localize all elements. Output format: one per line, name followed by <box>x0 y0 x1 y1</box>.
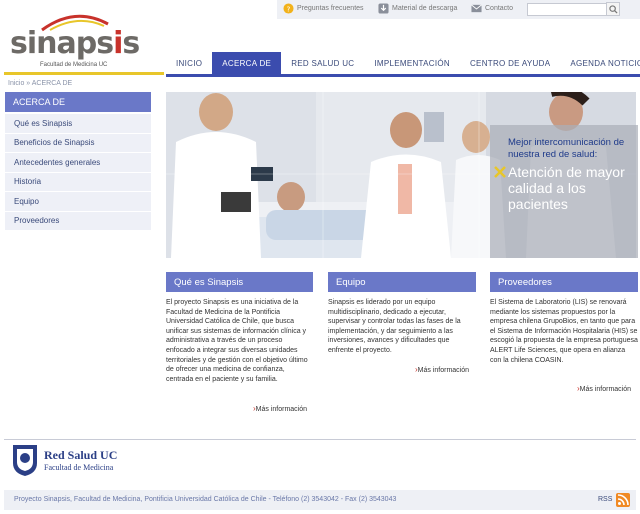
university-crest-icon <box>13 445 37 476</box>
breadcrumb-separator: » <box>26 80 31 87</box>
nav-acerca-de[interactable]: ACERCA DE <box>212 52 282 74</box>
search-input[interactable] <box>527 3 607 16</box>
footer-divider <box>4 439 636 440</box>
logo-subtitle: Facultad de Medicina UC <box>40 62 108 68</box>
svg-text:?: ? <box>287 4 291 13</box>
sidebar-item-que-es[interactable]: Qué es Sinapsis <box>5 114 151 134</box>
main-nav: INICIO ACERCA DE RED SALUD UC IMPLEMENTA… <box>166 52 640 74</box>
download-icon <box>378 3 389 14</box>
column-que-es-title: Qué es Sinapsis <box>166 272 313 292</box>
sidebar-title: ACERCA DE <box>5 92 151 112</box>
caption-bullet-icon <box>494 166 506 178</box>
footer-address: Proyecto Sinapsis, Facultad de Medicina,… <box>14 496 397 503</box>
nav-implementacion[interactable]: IMPLEMENTACIÓN <box>364 52 460 74</box>
hero-caption-headline: Atención de mayor calidad a los paciente… <box>508 164 625 212</box>
breadcrumb-current: ACERCA DE <box>31 80 73 87</box>
column-proveedores-more-link[interactable]: ›Más información <box>577 384 631 393</box>
more-label: Más información <box>579 386 632 393</box>
nav-inicio[interactable]: INICIO <box>166 52 212 74</box>
column-equipo-more-link[interactable]: ›Más información <box>415 365 469 374</box>
footer-logo-title: Red Salud UC <box>44 448 118 462</box>
footer-logo[interactable]: Red Salud UC Facultad de Medicina <box>10 443 117 477</box>
sidebar-item-beneficios[interactable]: Beneficios de Sinapsis <box>5 133 151 153</box>
contact-label: Contacto <box>485 5 514 12</box>
rss-feed-icon <box>617 494 629 506</box>
sidebar-menu: Qué es Sinapsis Beneficios de Sinapsis A… <box>5 114 151 231</box>
breadcrumb: Inicio » ACERCA DE <box>8 80 72 87</box>
nav-agenda-noticiosa[interactable]: AGENDA NOTICIOSA <box>560 52 640 74</box>
downloads-label: Material de descarga <box>392 5 458 12</box>
sidebar-item-antecedentes[interactable]: Antecedentes generales <box>5 153 151 173</box>
column-que-es-more-link[interactable]: ›Más información <box>253 404 307 413</box>
rss-icon[interactable] <box>616 493 630 507</box>
column-equipo-title: Equipo <box>328 272 476 292</box>
logo-wordmark: sinapsis <box>10 26 140 61</box>
contact-link[interactable]: Contacto <box>471 3 513 14</box>
mail-icon <box>471 4 482 13</box>
faq-link[interactable]: ? Preguntas frecuentes <box>283 3 364 14</box>
faq-label: Preguntas frecuentes <box>297 5 364 12</box>
column-equipo-text: Sinapsis es liderado por un equipo multi… <box>328 299 461 354</box>
column-proveedores-title: Proveedores <box>490 272 638 292</box>
site-logo[interactable]: sinapsis Facultad de Medicina UC <box>10 12 140 68</box>
downloads-link[interactable]: Material de descarga <box>378 3 457 14</box>
breadcrumb-home[interactable]: Inicio <box>8 80 24 87</box>
more-label: Más información <box>255 406 308 413</box>
rss-link[interactable]: RSS <box>598 496 612 503</box>
column-que-es-text: El proyecto Sinapsis es una iniciativa d… <box>166 299 308 383</box>
more-label: Más información <box>417 367 470 374</box>
search-button[interactable] <box>606 2 620 16</box>
column-proveedores-text: El Sistema de Laboratorio (LIS) se renov… <box>490 299 638 364</box>
sidebar-item-historia[interactable]: Historia <box>5 172 151 192</box>
hero-caption-lead: Mejor intercomunicación de nuestra red d… <box>508 137 625 160</box>
nav-centro-de-ayuda[interactable]: CENTRO DE AYUDA <box>460 52 560 74</box>
sidebar-item-equipo[interactable]: Equipo <box>5 192 151 212</box>
nav-underline <box>166 74 640 77</box>
nav-red-salud-uc[interactable]: RED SALUD UC <box>281 52 364 74</box>
help-icon: ? <box>283 3 294 14</box>
logo-divider <box>4 72 164 75</box>
footer-logo-subtitle: Facultad de Medicina <box>44 463 114 472</box>
search-icon <box>608 4 618 14</box>
sidebar-item-proveedores[interactable]: Proveedores <box>5 211 151 231</box>
